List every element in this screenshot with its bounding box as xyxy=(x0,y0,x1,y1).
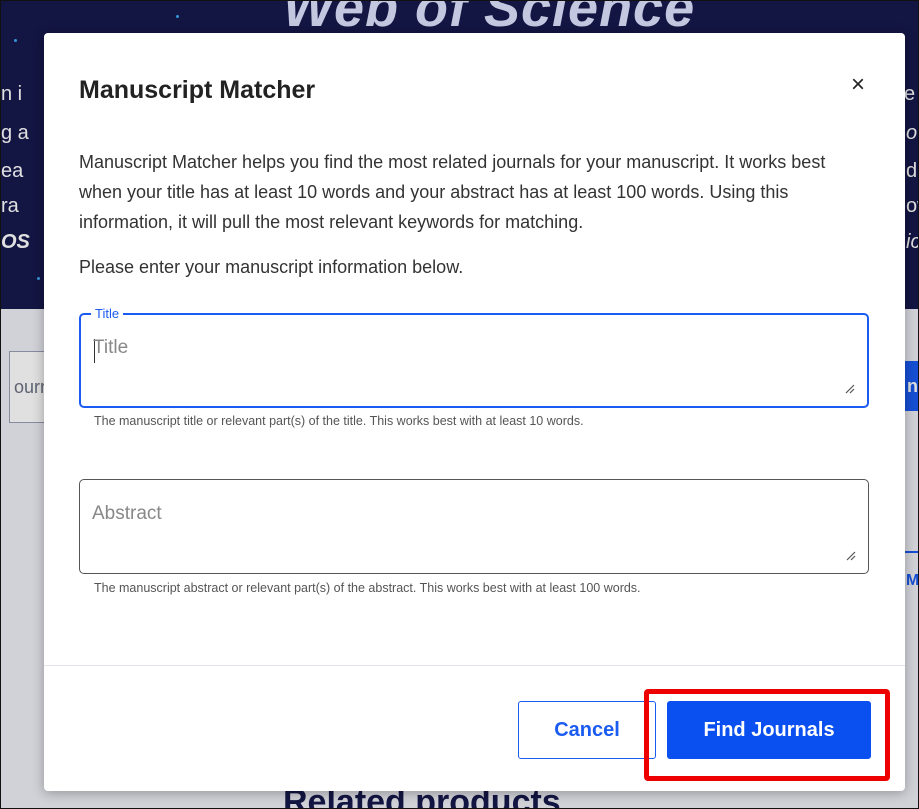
dialog-title: Manuscript Matcher xyxy=(79,76,316,104)
title-hint: The manuscript title or relevant part(s)… xyxy=(94,414,584,428)
title-field-label: Title xyxy=(91,306,124,321)
close-icon: × xyxy=(850,71,865,98)
abstract-hint: The manuscript abstract or relevant part… xyxy=(94,581,641,595)
title-field[interactable]: Title xyxy=(79,306,869,408)
close-button[interactable]: × xyxy=(846,73,870,97)
dialog-instruction: Please enter your manuscript information… xyxy=(79,257,464,277)
page-frame: Web of Science n i g a ea ra OS e i o c … xyxy=(0,0,919,809)
find-journals-button[interactable]: Find Journals xyxy=(667,701,871,759)
resize-handle-icon[interactable] xyxy=(844,549,856,561)
dialog-description: Manuscript Matcher helps you find the mo… xyxy=(79,152,826,232)
manuscript-matcher-dialog: Manuscript Matcher × Manuscript Matcher … xyxy=(44,33,905,791)
footer-divider xyxy=(44,665,905,666)
resize-handle-icon[interactable] xyxy=(843,382,855,394)
cancel-button[interactable]: Cancel xyxy=(518,701,656,759)
abstract-field[interactable] xyxy=(79,479,869,574)
title-input[interactable] xyxy=(93,337,833,377)
abstract-input[interactable] xyxy=(92,503,832,543)
